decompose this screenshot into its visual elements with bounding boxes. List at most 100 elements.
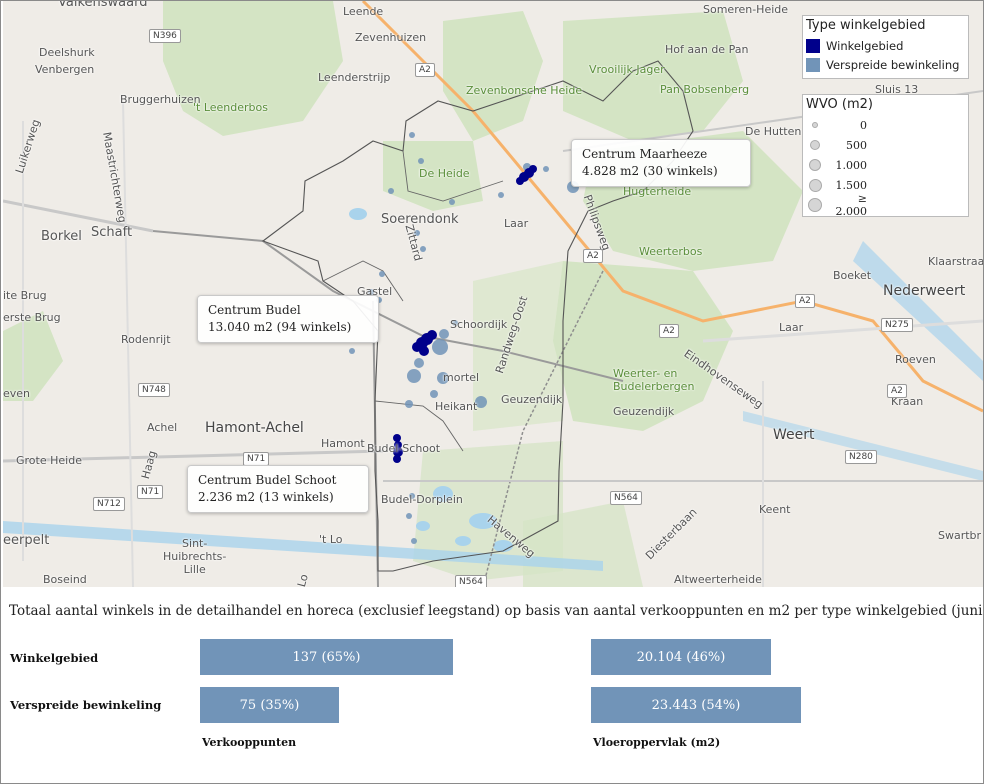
label-t-lo: 't Lo [319,533,343,546]
label-pan-bobsenberg: Pan Bobsenberg [660,83,750,96]
label-laar-north: Laar [504,217,529,230]
label-de-heide: De Heide [419,167,470,180]
label-even: even [3,387,31,400]
label-vrooilijk-jager: Vrooilijk Jager [589,63,665,76]
size-label: 1.000 [835,158,868,172]
label-budel-dorplein: Budel-Dorplein [381,493,463,506]
label-venbergen: Venbergen [35,63,95,76]
size-row: ≥ 2.000 [803,192,968,218]
shield-a2-mid: A2 [583,249,603,263]
label-zevenhuizen: Zevenhuizen [355,31,427,44]
label-rodenrijt: Rodenrijt [121,333,171,346]
size-label: ≥ 2.000 [835,192,868,218]
swatch-winkelgebied [806,38,820,53]
bar-verkooppunten-verspreid[interactable]: 75 (35%) [200,687,339,723]
shield-a2-right2: A2 [659,324,679,338]
shield-a2-kraan: A2 [887,384,907,398]
size-label: 500 [846,138,867,152]
label-soerendonk: Soerendonk [381,212,459,227]
label-klaarstraat: Klaarstraat [928,255,983,268]
label-deelshurk: Deelshurk [39,46,95,59]
size-row: 500 [803,135,968,155]
label-geuzendijk-2: Geuzendijk [613,405,675,418]
label-leende: Leende [343,5,384,18]
shield-n712: N712 [93,497,125,511]
label-geuzendijk: Geuzendijk [501,393,563,406]
callout-centrum-budel-schoot[interactable]: Centrum Budel Schoot 2.236 m2 (13 winkel… [187,465,369,513]
map-view[interactable]: Valkenswaard Leende Someren-Heide Deelsh… [3,1,983,587]
label-keent: Keent [759,503,791,516]
legend-item-verspreide-bewinkeling[interactable]: Verspreide bewinkeling [803,55,968,74]
axis-label-vloeroppervlak: Vloeroppervlak (m2) [593,736,721,749]
callout-centrum-budel[interactable]: Centrum Budel 13.040 m2 (94 winkels) [197,295,379,343]
label-budel-schoot: Budel-Schoot [367,442,441,455]
shield-n564-b: N564 [455,575,487,587]
size-row: 1.000 [803,155,968,175]
callout-title: Centrum Budel Schoot [198,473,337,487]
label-boeket: Boeket [833,269,872,282]
size-label: 0 [860,118,867,132]
callout-detail: 2.236 m2 (13 winkels) [198,490,334,504]
size-circle-icon [809,159,821,171]
label-valkenswaard: Valkenswaard [58,1,148,10]
callout-detail: 13.040 m2 (94 winkels) [208,320,352,334]
size-circle-icon [808,198,822,212]
row-label-winkelgebied: Winkelgebied [10,651,99,665]
label-roeven: Roeven [895,353,936,366]
legend-title: Type winkelgebied [806,18,926,33]
shield-n71-b: N71 [137,485,164,499]
label-weert: Weert [773,427,815,443]
legend-wvo-size: WVO (m2) 0 500 1.000 1.500 ≥ 2.000 [802,94,969,218]
label-borkel: Borkel [41,229,82,244]
label-hof-aan-de-pan: Hof aan de Pan [665,43,749,56]
shield-n748: N748 [138,383,170,397]
label-lo: Lo [295,572,311,587]
label-nederweert: Nederweert [883,283,966,299]
label-sint-huibrechts-lille: Sint- Huibrechts- Lille [163,537,227,576]
callout-title: Centrum Budel [208,303,301,317]
label-swartbr: Swartbr [938,529,982,542]
summary-title: Totaal aantal winkels in de detailhandel… [9,603,984,619]
label-weerter-budelerbergen: Weerter- en Budelerbergen [613,367,695,393]
bar-vloeroppervlak-winkelgebied[interactable]: 20.104 (46%) [591,639,771,675]
bar-verkooppunten-winkelgebied[interactable]: 137 (65%) [200,639,453,675]
dashboard-frame: Valkenswaard Leende Someren-Heide Deelsh… [0,0,984,784]
label-zevenboomse-heide: Zevenbonsche Heide [466,84,583,97]
label-altweerterheide: Altweerterheide [674,573,762,586]
legend-label: Winkelgebied [826,38,904,53]
label-heikant: Heikant [435,400,478,413]
callout-title: Centrum Maarheeze [582,147,708,161]
label-schoordijk: Schoordijk [450,318,508,331]
swatch-verspreide-bewinkeling [806,57,820,72]
size-label: 1.500 [835,178,868,192]
label-laar-south: Laar [779,321,804,334]
legend-type-winkelgebied: Type winkelgebied Winkelgebied Verspreid… [802,15,969,79]
legend-title: WVO (m2) [806,97,873,112]
shield-n564-a: N564 [610,491,642,505]
callout-centrum-maarheeze[interactable]: Centrum Maarheeze 4.828 m2 (30 winkels) [571,139,751,187]
bar-vloeroppervlak-verspreid[interactable]: 23.443 (54%) [591,687,801,723]
label-de-hutten: De Hutten [745,125,802,138]
label-mortel: mortel [443,371,480,384]
callout-detail: 4.828 m2 (30 winkels) [582,164,718,178]
label-t-leenderbos: 't Leenderbos [193,101,268,114]
label-boseind: Boseind [43,573,87,586]
label-hamont-achel: Hamont-Achel [205,420,304,436]
label-bruggerhuizen: Bruggerhuizen [120,93,201,106]
row-label-verspreide-bewinkeling: Verspreide bewinkeling [10,698,162,712]
label-someren-heide: Someren-Heide [703,3,789,16]
shield-n280: N280 [845,450,877,464]
legend-item-winkelgebied[interactable]: Winkelgebied [803,36,968,55]
label-weerterbos: Weerterbos [639,245,703,258]
size-circle-icon [808,178,822,192]
size-row: 0 [803,115,968,135]
size-circle-icon [810,140,820,150]
size-circle-icon [812,122,818,128]
label-achel: Achel [147,421,178,434]
shield-n71-a: N71 [243,452,270,466]
label-erste-brug: erste Brug [3,311,61,324]
label-schaft: Schaft [91,225,133,240]
summary-panel: Totaal aantal winkels in de detailhandel… [1,587,984,783]
axis-label-verkooppunten: Verkooppunten [202,736,297,749]
shield-n275: N275 [881,318,913,332]
